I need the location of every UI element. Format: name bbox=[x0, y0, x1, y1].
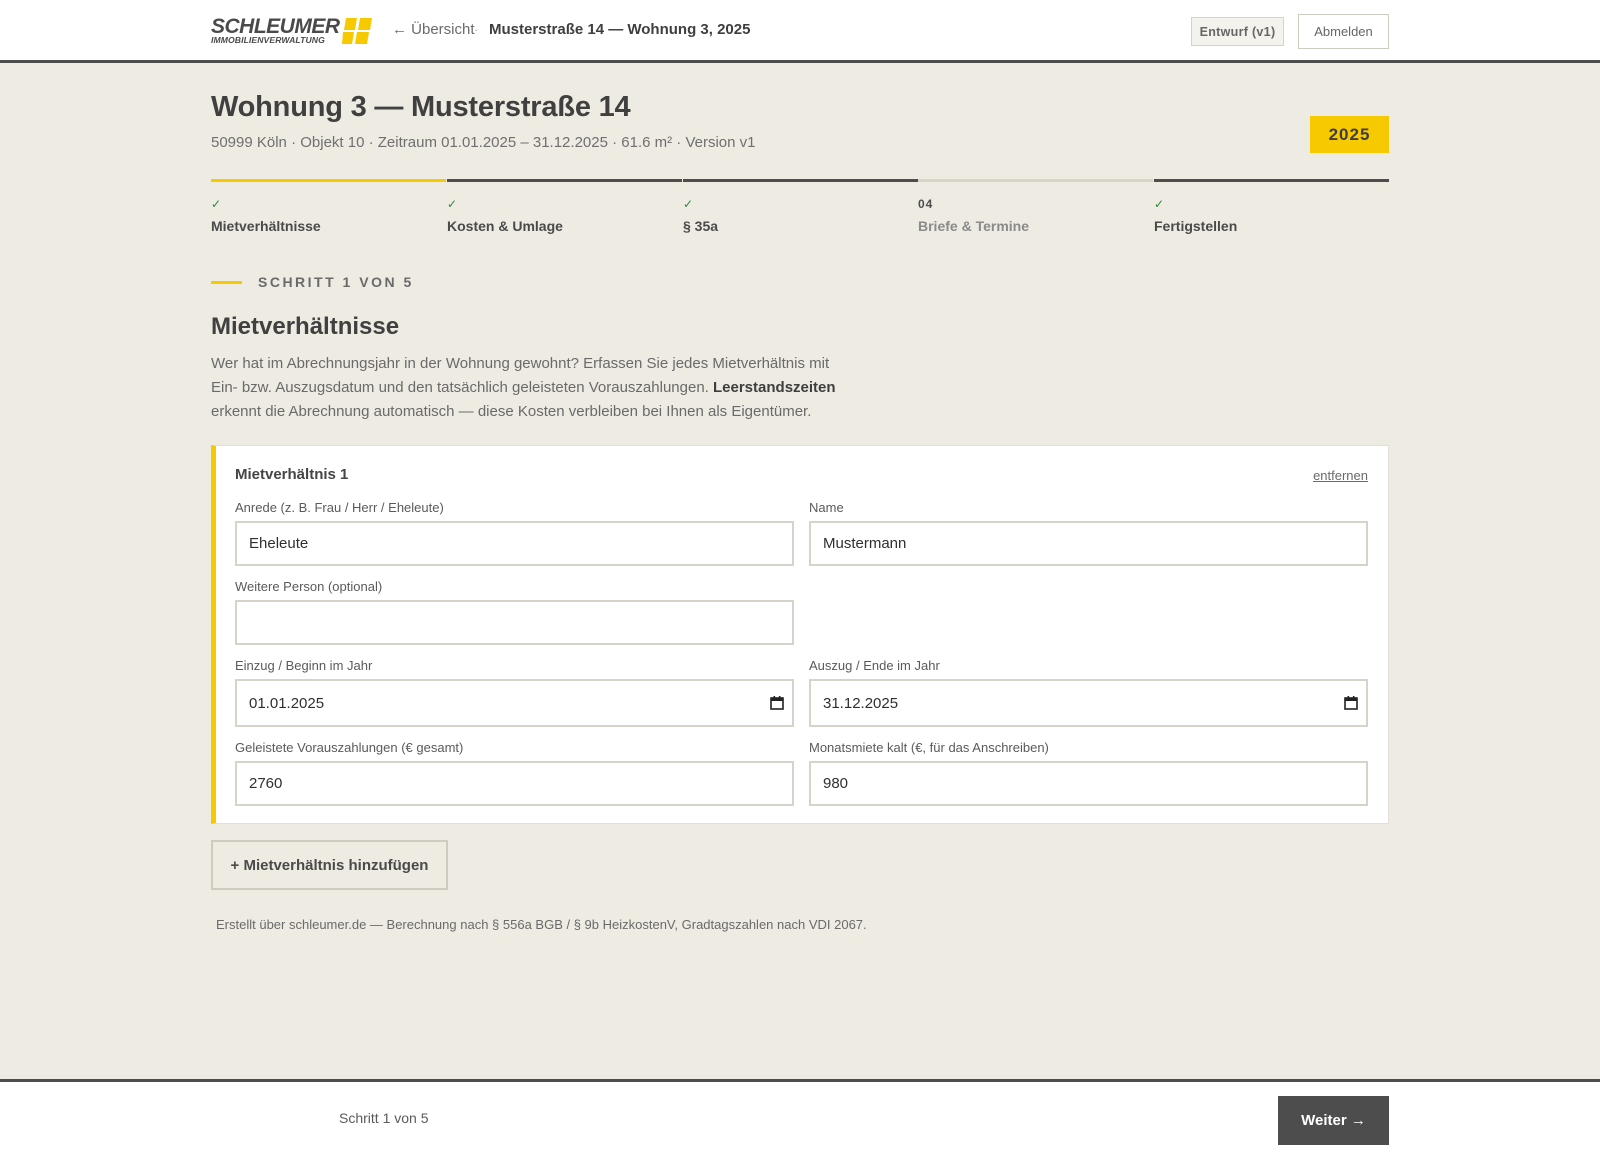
prepayments-input[interactable] bbox=[235, 761, 794, 806]
check-icon: ✓ bbox=[1154, 197, 1165, 211]
add-tenancy-button[interactable]: + Mietverhältnis hinzufügen bbox=[211, 840, 448, 890]
breadcrumb-separator: · bbox=[474, 22, 479, 37]
step-mietverhaeltnisse[interactable]: ✓ Mietverhältnisse bbox=[211, 179, 446, 239]
step-progress-bar bbox=[447, 179, 682, 182]
check-icon: ✓ bbox=[211, 197, 222, 211]
check-icon: ✓ bbox=[683, 197, 694, 211]
step-progress-bar bbox=[683, 179, 918, 182]
intro-text-end: erkennt die Abrechnung automatisch — die… bbox=[211, 403, 812, 420]
prepayments-label: Geleistete Vorauszahlungen (€ gesamt) bbox=[235, 740, 464, 755]
rent-label: Monatsmiete kalt (€, für das Anschreiben… bbox=[809, 740, 1049, 755]
step-eyebrow: SCHRITT 1 VON 5 bbox=[258, 274, 414, 290]
check-icon: ✓ bbox=[447, 197, 458, 211]
step-label: Mietverhältnisse bbox=[211, 218, 321, 234]
step-progress-bar bbox=[918, 179, 1153, 182]
top-bar: SCHLEUMER IMMOBILIENVERWALTUNG ← Übersic… bbox=[0, 0, 1600, 63]
draft-version-badge: Entwurf (v1) bbox=[1191, 17, 1284, 46]
name-input[interactable] bbox=[809, 521, 1368, 566]
footnote: Erstellt über schleumer.de — Berechnung … bbox=[216, 917, 867, 932]
tenancy-title: Mietverhältnis 1 bbox=[235, 466, 349, 483]
step-kosten-umlage[interactable]: ✓ Kosten & Umlage bbox=[447, 179, 682, 239]
logout-button[interactable]: Abmelden bbox=[1298, 14, 1389, 49]
step-35a[interactable]: ✓ § 35a bbox=[683, 179, 918, 239]
other-person-label: Weitere Person (optional) bbox=[235, 579, 383, 594]
progress-stepper: ✓ Mietverhältnisse ✓ Kosten & Umlage ✓ §… bbox=[211, 179, 1389, 239]
bottom-bar: Schritt 1 von 5 Weiter → bbox=[0, 1079, 1600, 1156]
step-briefe-termine[interactable]: 04 Briefe & Termine bbox=[918, 179, 1153, 239]
move-in-date-input[interactable] bbox=[235, 679, 794, 727]
other-person-input[interactable] bbox=[235, 600, 794, 645]
tenancy-card: Mietverhältnis 1 entfernen Anrede (z. B.… bbox=[211, 445, 1389, 824]
page-subtitle: 50999 Köln · Objekt 10 · Zeitraum 01.01.… bbox=[211, 134, 756, 151]
intro-emphasis: Leerstandszeiten bbox=[713, 379, 836, 396]
back-to-overview-link[interactable]: ← Übersicht bbox=[392, 21, 475, 38]
page-title: Wohnung 3 — Musterstraße 14 bbox=[211, 91, 631, 123]
logo-mark-icon bbox=[342, 18, 372, 44]
section-intro: Wer hat im Abrechnungsjahr in der Wohnun… bbox=[211, 352, 851, 424]
logo-subtitle: IMMOBILIENVERWALTUNG bbox=[211, 35, 325, 45]
remove-tenancy-link[interactable]: entfernen bbox=[1313, 468, 1368, 483]
rent-input[interactable] bbox=[809, 761, 1368, 806]
step-progress-bar bbox=[211, 179, 446, 182]
salutation-input[interactable] bbox=[235, 521, 794, 566]
step-number: 04 bbox=[918, 197, 934, 211]
step-label: Kosten & Umlage bbox=[447, 218, 563, 234]
move-out-date-input[interactable] bbox=[809, 679, 1368, 727]
company-logo[interactable]: SCHLEUMER IMMOBILIENVERWALTUNG bbox=[211, 16, 375, 46]
year-badge: 2025 bbox=[1310, 116, 1389, 153]
move-in-label: Einzug / Beginn im Jahr bbox=[235, 658, 373, 673]
breadcrumb-title: Musterstraße 14 — Wohnung 3, 2025 bbox=[489, 21, 751, 38]
name-label: Name bbox=[809, 500, 844, 515]
step-label: Fertigstellen bbox=[1154, 218, 1238, 234]
move-out-label: Auszug / Ende im Jahr bbox=[809, 658, 940, 673]
salutation-label: Anrede (z. B. Frau / Herr / Eheleute) bbox=[235, 500, 444, 515]
step-counter: Schritt 1 von 5 bbox=[339, 1110, 429, 1126]
step-progress-bar bbox=[1154, 179, 1389, 182]
next-button[interactable]: Weiter → bbox=[1278, 1096, 1389, 1145]
section-title: Mietverhältnisse bbox=[211, 313, 400, 340]
step-label: Briefe & Termine bbox=[918, 218, 1029, 234]
step-fertigstellen[interactable]: ✓ Fertigstellen bbox=[1154, 179, 1389, 239]
eyebrow-accent-line bbox=[211, 281, 242, 284]
step-label: § 35a bbox=[683, 218, 719, 234]
